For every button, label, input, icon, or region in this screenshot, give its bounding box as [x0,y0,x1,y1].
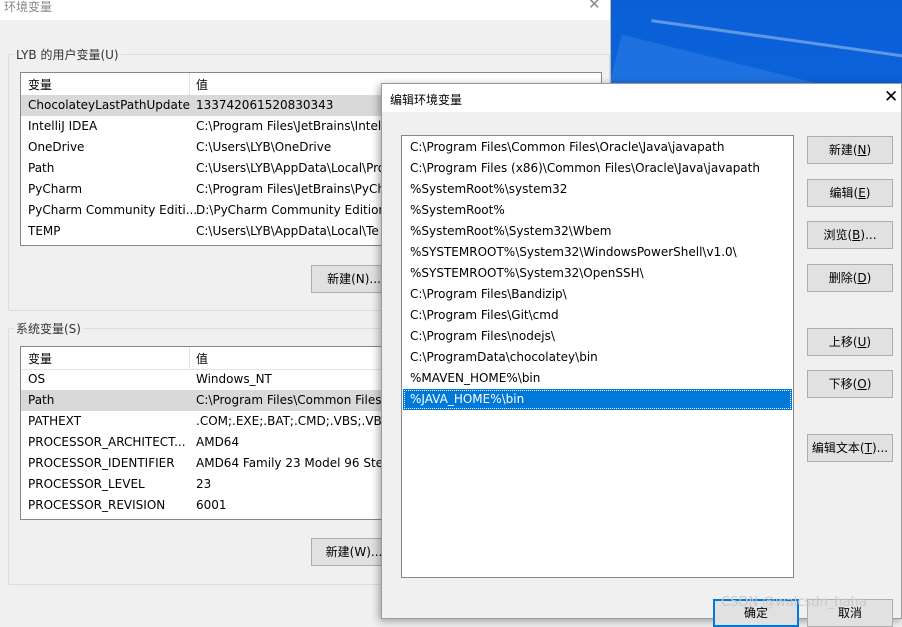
path-entry-text: %SystemRoot% [410,203,505,217]
path-entry[interactable]: %SystemRoot%\System32\Wbem [403,221,792,242]
move-down-button-key: O [857,377,867,391]
delete-button-key: D [857,271,867,285]
move-up-button[interactable]: 上移(U) [807,328,893,356]
variable-name: ChocolateyLastPathUpdate [28,98,190,112]
path-entry-text: C:\Program Files\Git\cmd [410,308,559,322]
delete-button-label: 删除( [828,271,858,285]
path-entry[interactable]: %JAVA_HOME%\bin [403,389,792,410]
window-titlebar: 环境变量 ✕ [0,0,610,20]
delete-button-tail: ) [866,271,872,285]
edit-button[interactable]: 编辑(E) [807,179,893,207]
path-entry[interactable]: C:\Program Files\Bandizip\ [403,284,792,305]
variable-value: .COM;.EXE;.BAT;.CMD;.VBS;.VBE; [196,414,394,428]
edit-text-button-label: 编辑文本( [811,441,865,455]
variable-name: PATHEXT [28,414,82,428]
new-button-label: 新建( [828,143,858,157]
browse-button-tail: )... [860,228,877,242]
path-entry[interactable]: C:\Program Files\Git\cmd [403,305,792,326]
path-entry-text: %JAVA_HOME%\bin [410,392,525,406]
path-entry[interactable]: C:\Program Files\Common Files\Oracle\Jav… [403,137,792,158]
variable-name: PROCESSOR_IDENTIFIER [28,456,175,470]
path-entries-list[interactable]: C:\Program Files\Common Files\Oracle\Jav… [401,135,794,578]
path-entry-text: C:\Program Files (x86)\Common Files\Orac… [410,161,760,175]
path-entry-text: C:\Program Files\Bandizip\ [410,287,567,301]
column-divider[interactable] [189,347,190,369]
path-entry-text: %SYSTEMROOT%\System32\WindowsPowerShell\… [410,245,737,259]
path-entry[interactable]: %SYSTEMROOT%\System32\WindowsPowerShell\… [403,242,792,263]
variable-name: IntelliJ IDEA [28,119,98,133]
path-entry-text: C:\Program Files\Common Files\Oracle\Jav… [410,140,725,154]
path-entry-text: C:\ProgramData\chocolatey\bin [410,350,598,364]
path-entry[interactable]: %SystemRoot% [403,200,792,221]
browse-button-label: 浏览( [823,228,853,242]
close-icon[interactable]: ✕ [588,0,601,13]
new-button-tail: ) [866,143,872,157]
move-up-button-label: 上移( [828,335,858,349]
variable-value: Windows_NT [196,372,272,386]
column-header-variable[interactable]: 变量 [28,350,52,367]
variable-name: TEMP [28,224,61,238]
variable-name: Path [28,393,55,407]
path-entry[interactable]: %SystemRoot%\system32 [403,179,792,200]
path-entry-text: %MAVEN_HOME%\bin [410,371,541,385]
edit-text-button-tail: )... [871,441,889,455]
variable-value: 23 [196,477,212,491]
variable-name: PyCharm [28,182,83,196]
variable-value: C:\Program Files\Common Files\ [196,393,386,407]
variable-name: PROCESSOR_REVISION [28,498,166,512]
column-header-variable[interactable]: 变量 [28,76,52,93]
variable-value: C:\Users\LYB\OneDrive [196,140,332,154]
variable-value: C:\Program Files\JetBrains\IntelliJ [196,119,392,133]
delete-button[interactable]: 删除(D) [807,264,893,292]
variable-name: Path [28,161,55,175]
edit-button-tail: ) [865,186,871,200]
column-header-value[interactable]: 值 [196,350,208,367]
variable-value: 133742061520830343 [196,98,334,112]
variable-value: AMD64 [196,435,240,449]
dialog-titlebar: 编辑环境变量 ✕ [382,84,901,112]
move-down-button[interactable]: 下移(O) [807,370,893,398]
edit-environment-variable-dialog: 编辑环境变量 ✕ C:\Program Files\Common Files\O… [381,83,902,627]
path-entry[interactable]: %MAVEN_HOME%\bin [403,368,792,389]
move-down-button-label: 下移( [828,377,858,391]
edit-button-label: 编辑( [829,186,859,200]
variable-value: AMD64 Family 23 Model 96 Step [196,456,391,470]
path-entry-text: C:\Program Files\nodejs\ [410,329,555,343]
variable-value: C:\Users\LYB\AppData\Local\Te [196,224,379,238]
path-entry-text: %SystemRoot%\system32 [410,182,568,196]
variable-value: D:\PyCharm Community Edition [196,203,387,217]
variable-value: 6001 [196,498,227,512]
move-up-button-tail: ) [866,335,872,349]
path-entry[interactable]: C:\Program Files (x86)\Common Files\Orac… [403,158,792,179]
watermark: CSDN @walcsdn_haha [721,595,867,610]
column-divider[interactable] [189,73,190,95]
variable-name: PyCharm Community Editi... [28,203,198,217]
path-entry[interactable]: C:\ProgramData\chocolatey\bin [403,347,792,368]
variable-value: C:\Program Files\JetBrains\PyCh [196,182,385,196]
edit-text-button[interactable]: 编辑文本(T)... [807,434,893,462]
path-entry[interactable]: %SYSTEMROOT%\System32\OpenSSH\ [403,263,792,284]
user-variables-label: LYB 的用户变量(U) [14,46,121,63]
edit-button-key: E [858,186,866,200]
variable-value: C:\Users\LYB\AppData\Local\Prog [196,161,393,175]
column-header-value[interactable]: 值 [196,76,208,93]
variable-name: PROCESSOR_LEVEL [28,477,145,491]
path-entry[interactable]: C:\Program Files\nodejs\ [403,326,792,347]
window-title: 环境变量 [4,0,53,14]
browse-button[interactable]: 浏览(B)... [807,221,893,249]
variable-name: OneDrive [28,140,85,154]
close-icon[interactable]: ✕ [884,87,898,107]
variable-name: PROCESSOR_ARCHITECT... [28,435,186,449]
move-down-button-tail: ) [866,377,872,391]
variable-name: OS [28,372,46,386]
edit-text-button-key: T [864,441,872,455]
path-entry-text: %SystemRoot%\System32\Wbem [410,224,612,238]
dialog-title: 编辑环境变量 [390,93,463,107]
system-variables-label: 系统变量(S) [14,320,83,337]
path-entry-text: %SYSTEMROOT%\System32\OpenSSH\ [410,266,644,280]
new-button[interactable]: 新建(N) [807,136,893,164]
